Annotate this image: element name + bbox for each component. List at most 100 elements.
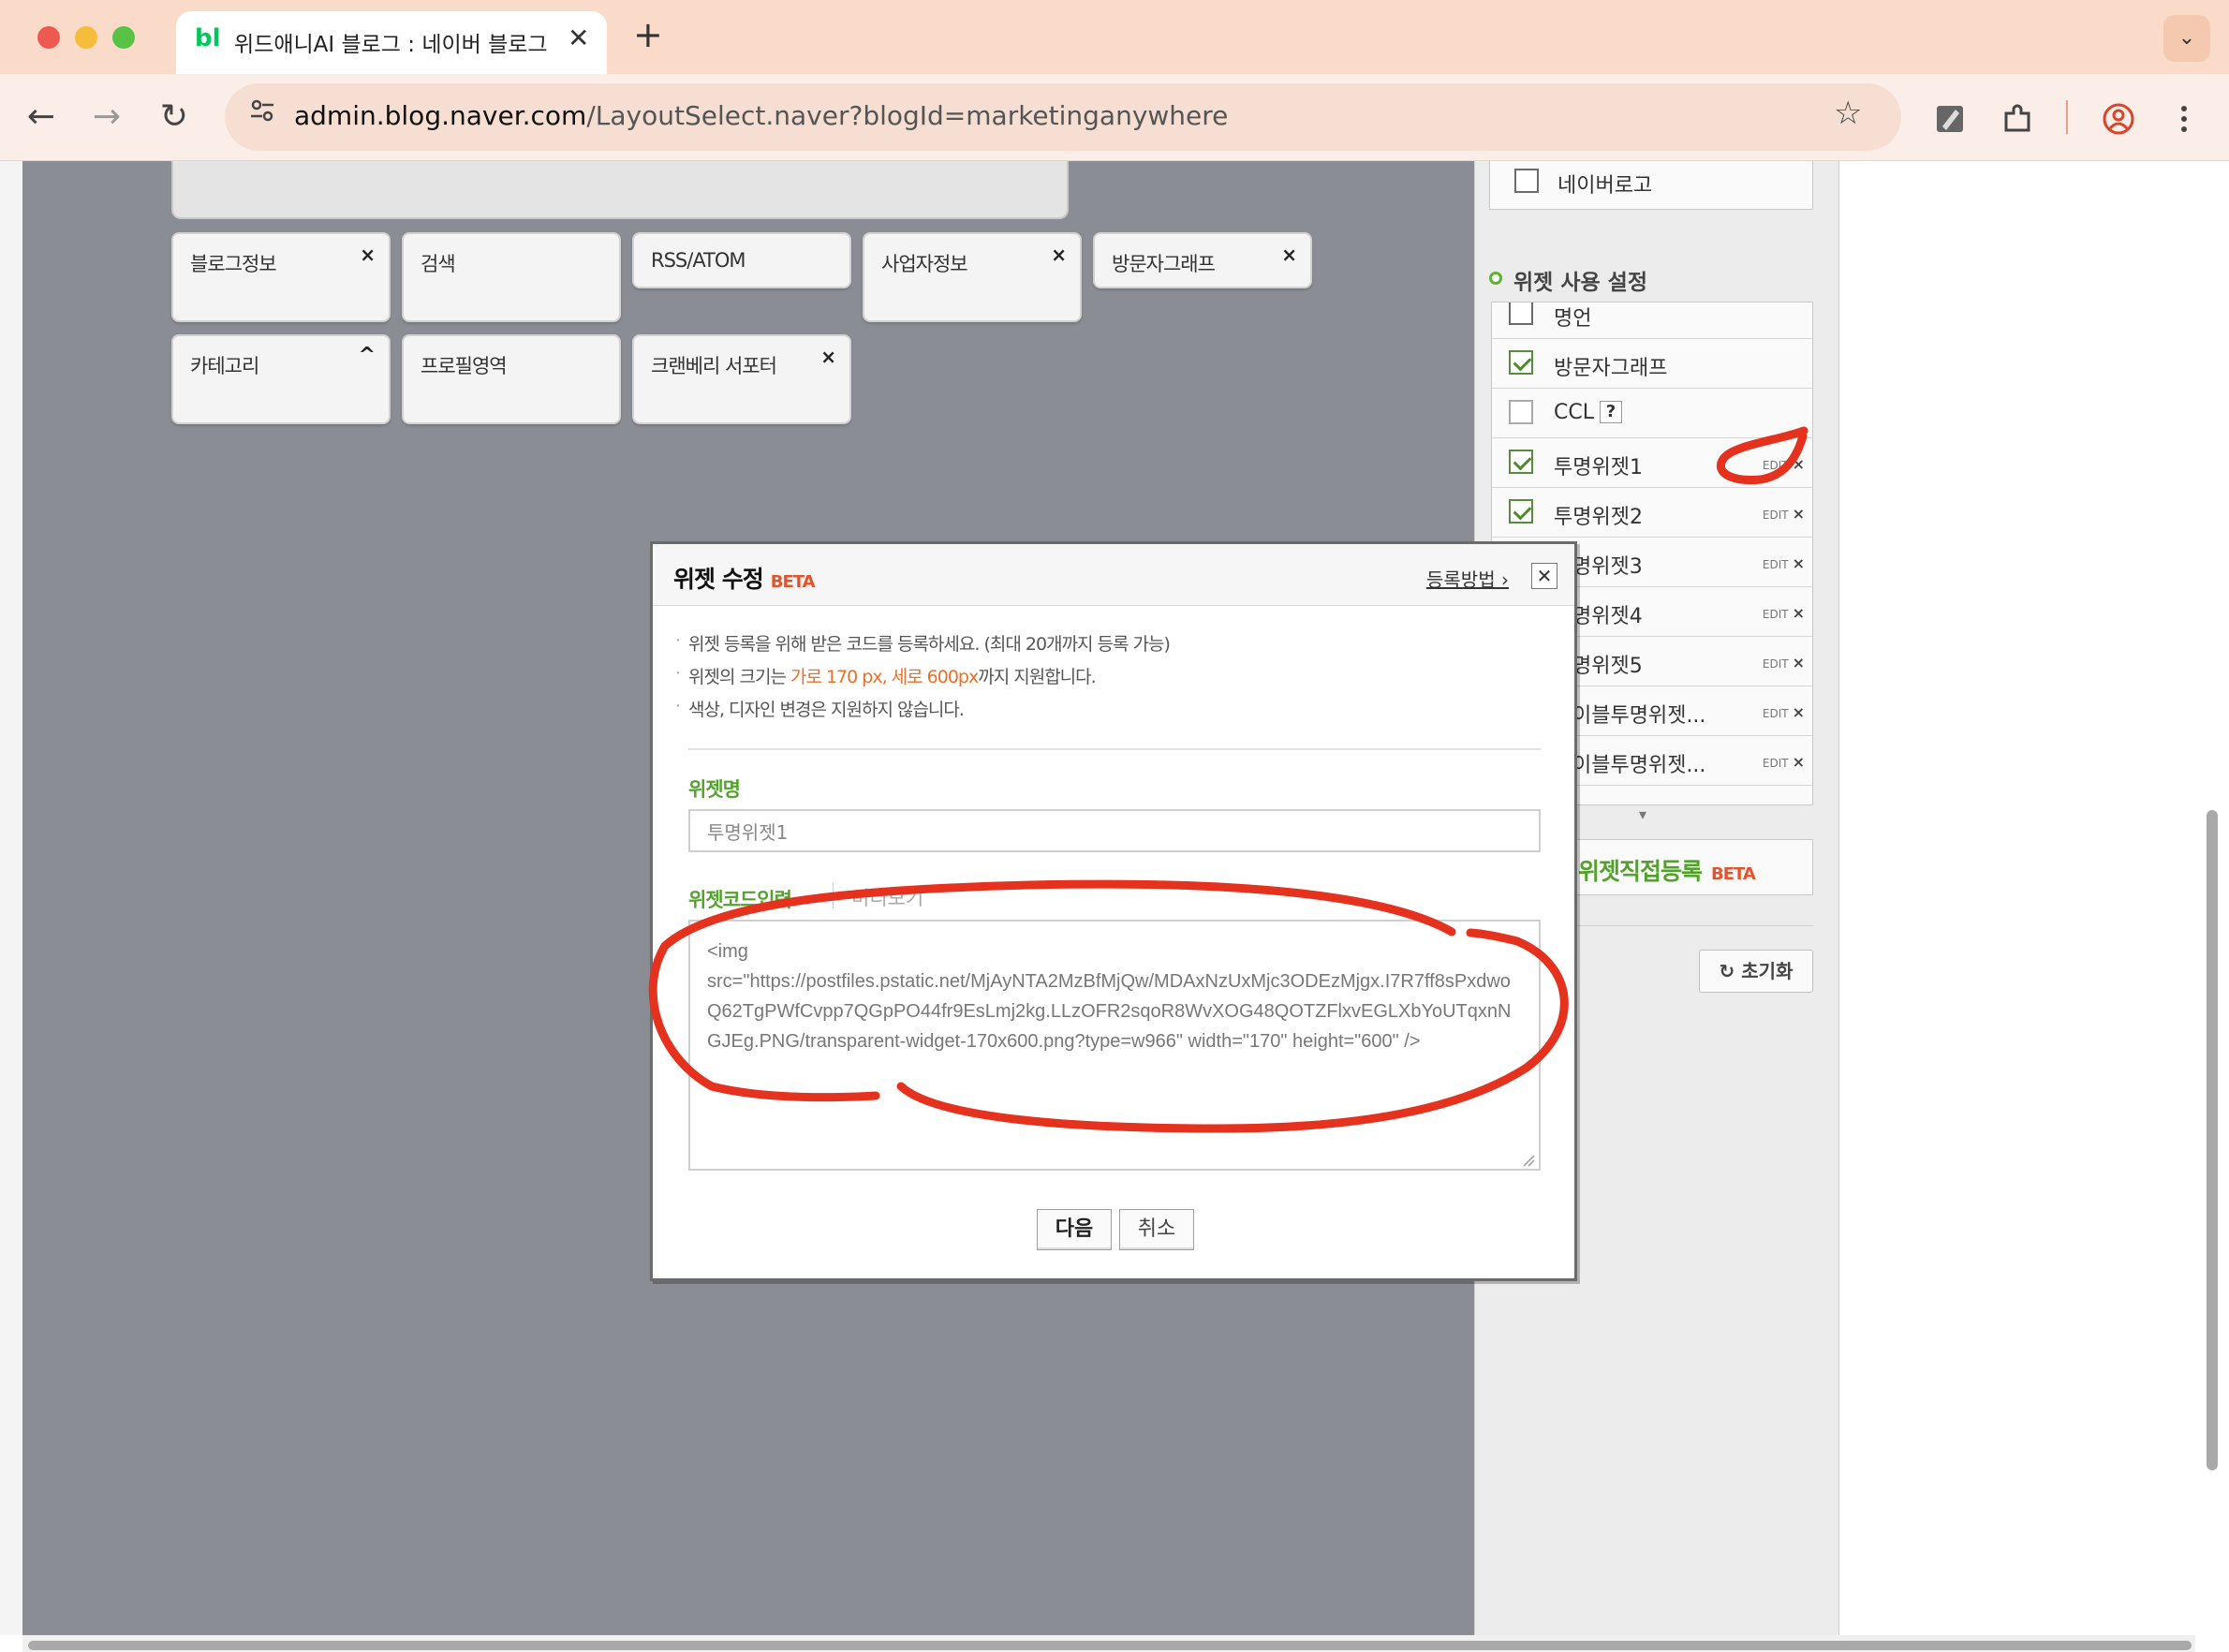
layout-widget-search[interactable]: 검색 [402,232,621,322]
toolbar-divider [2066,100,2068,134]
tab-close-icon[interactable]: ✕ [568,22,589,53]
preview-tab[interactable]: 미리보기 [851,883,923,911]
widget-label: CCL? [1554,401,1622,424]
pen-icon[interactable] [1933,102,1967,143]
delete-widget-icon[interactable]: × [1793,703,1805,721]
forward-button[interactable]: → [81,91,133,143]
layout-widget-label: 블로그정보 [190,253,277,275]
edit-label: EDIT [1762,509,1789,522]
edit-widget-button[interactable]: EDIT × [1763,654,1805,671]
layout-widget-rss[interactable]: RSS/ATOM [632,232,851,288]
edit-widget-button[interactable]: EDIT × [1763,604,1805,622]
edit-label: EDIT [1762,707,1789,720]
layout-widget-visitor-graph[interactable]: 방문자그래프 × [1093,232,1312,288]
edit-widget-button[interactable]: EDIT × [1763,753,1805,771]
vertical-scrollbar[interactable] [2207,810,2218,1470]
textarea-resize-icon[interactable] [1522,1153,1535,1167]
active-tab[interactable]: bl 위드애니AI 블로그 : 네이버 블로그 ✕ [176,11,607,74]
help-icon[interactable]: ? [1599,401,1622,423]
layout-widget-blog-info[interactable]: 블로그정보 × [171,232,391,322]
layout-widget-business-info[interactable]: 사업자정보 × [863,232,1082,322]
list-item[interactable]: 명언 [1492,302,1812,339]
tab-search-button[interactable]: ⌄ [2163,15,2210,62]
back-button[interactable]: ← [15,91,67,143]
edit-widget-button[interactable]: EDIT × [1763,554,1805,572]
site-info-icon[interactable] [242,96,283,138]
delete-widget-icon[interactable]: × [1793,455,1805,473]
edit-label: EDIT [1762,558,1789,571]
instruction-text: 까지 지원합니다. [978,667,1096,687]
widget-label: 명언 [1554,307,1592,331]
horizontal-scrollbar-thumb[interactable] [28,1641,2192,1650]
edit-widget-button[interactable]: EDIT × [1763,455,1805,473]
layout-widget-label: RSS/ATOM [651,249,746,272]
naver-logo-checkbox[interactable] [1514,169,1539,193]
star-icon[interactable]: ☆ [1834,95,1862,132]
widget-label: 이블투명위젯... [1572,704,1706,728]
layout-widget-category[interactable]: 카테고리 ^ [171,334,391,424]
layout-widget-label: 카테고리 [190,355,259,377]
list-item[interactable]: 방문자그래프 [1492,339,1812,389]
url-host: admin.blog.naver.com [294,100,587,131]
instruction-text: 위젯의 크기는 [688,667,790,687]
layout-widget-cranberry[interactable]: 크랜베리 서포터 × [632,334,851,424]
delete-widget-icon[interactable]: × [1793,554,1805,572]
edit-widget-button[interactable]: EDIT × [1763,703,1805,721]
edit-label: EDIT [1762,657,1789,671]
widget-label: 투명위젯2 [1554,506,1643,529]
next-button[interactable]: 다음 [1037,1209,1112,1250]
remove-widget-icon[interactable]: × [820,346,836,368]
layout-widget-profile[interactable]: 프로필영역 [402,334,621,424]
layout-area-box[interactable] [171,161,1069,219]
kebab-menu-icon[interactable] [2173,102,2195,143]
widget-checkbox-checked[interactable] [1509,350,1533,375]
dialog-title-text: 위젯 수정 [673,566,764,593]
beta-badge: BETA [770,572,816,592]
extension-icon[interactable] [2000,102,2034,143]
dialog-close-button[interactable]: ✕ [1531,563,1557,589]
reset-button[interactable]: ↻ 초기화 [1699,950,1813,993]
minimize-window-button[interactable] [75,26,97,49]
list-item[interactable]: CCL? [1492,389,1812,438]
widget-name-input[interactable] [688,809,1541,852]
delete-widget-icon[interactable]: × [1793,604,1805,622]
widget-checkbox-checked[interactable] [1509,499,1533,524]
widget-checkbox[interactable] [1509,302,1533,325]
layout-widget-label: 검색 [421,253,456,275]
widget-code-textarea[interactable]: <img src="https://postfiles.pstatic.net/… [688,920,1541,1171]
cancel-button[interactable]: 취소 [1119,1209,1194,1250]
widget-label: 명위젯5 [1572,655,1643,678]
reset-label: 초기화 [1741,960,1794,982]
address-bar[interactable]: admin.blog.naver.com/LayoutSelect.naver?… [225,83,1901,151]
new-tab-button[interactable]: + [633,17,663,52]
delete-widget-icon[interactable]: × [1793,753,1805,771]
how-to-register-text: 등록방법 [1426,568,1496,591]
list-item[interactable]: 투명위젯2 EDIT × [1492,488,1812,538]
url-text[interactable]: admin.blog.naver.com/LayoutSelect.naver?… [294,100,1228,131]
widget-label: 이블투명위젯... [1572,754,1706,777]
remove-widget-icon[interactable]: × [1281,243,1297,266]
remove-widget-icon[interactable]: × [360,243,376,266]
tab-divider [833,883,834,909]
profile-icon[interactable] [2102,102,2135,143]
close-window-button[interactable] [37,26,60,49]
widget-label: 명위젯3 [1572,555,1643,579]
url-path: /LayoutSelect.naver?blogId=marketinganyw… [586,100,1229,131]
chevron-down-icon: ⌄ [806,887,819,905]
list-item[interactable]: 투명위젯1 EDIT × [1492,438,1812,488]
widget-checkbox-checked[interactable] [1509,450,1533,474]
browser-toolbar: ← → ↻ admin.blog.naver.com/LayoutSelect.… [0,74,2229,161]
maximize-window-button[interactable] [112,26,135,49]
dialog-header: 위젯 수정 BETA 등록방법 › ✕ [653,544,1574,606]
widget-code-tab[interactable]: 위젯코드입력 [688,885,792,913]
collapse-caret-icon[interactable]: ^ [359,344,376,367]
delete-widget-icon[interactable]: × [1793,654,1805,671]
resize-grip-icon[interactable]: ▾ [1639,805,1646,823]
remove-widget-icon[interactable]: × [1051,243,1067,266]
edit-widget-button[interactable]: EDIT × [1763,505,1805,523]
widget-settings-title: 위젯 사용 설정 [1513,271,1647,295]
how-to-register-link[interactable]: 등록방법 › [1426,565,1509,592]
delete-widget-icon[interactable]: × [1793,505,1805,523]
widget-checkbox[interactable] [1509,400,1533,424]
reload-button[interactable]: ↻ [148,91,200,143]
